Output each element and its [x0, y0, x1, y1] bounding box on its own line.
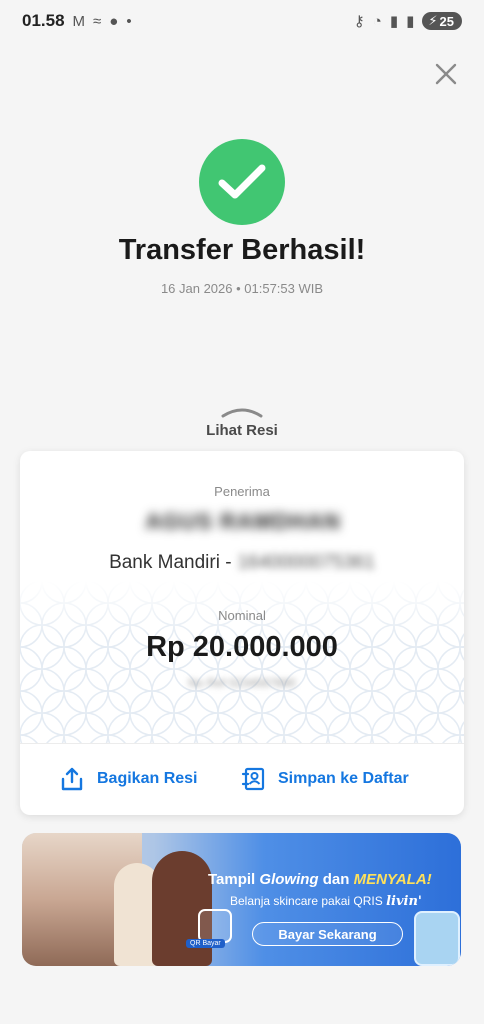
save-to-list-button[interactable]: Simpan ke Daftar	[240, 766, 409, 792]
promo-banner[interactable]: QR Bayar Tampil Glowing dan MENYALA! Bel…	[22, 833, 461, 966]
battery-level: 25	[439, 13, 454, 29]
lihat-resi-label: Lihat Resi	[206, 422, 278, 439]
chevron-up-icon	[221, 408, 263, 418]
reference-number: No Ref 0234567890	[188, 676, 296, 690]
gmail-icon: M	[72, 12, 86, 30]
signal-icon: ▮	[406, 13, 415, 30]
banner-product-image	[414, 911, 460, 966]
qr-label: QR Bayar	[186, 939, 225, 948]
share-receipt-button[interactable]: Bagikan Resi	[59, 766, 197, 792]
receipt-actions: Bagikan Resi Simpan ke Daftar	[20, 743, 464, 815]
recipient-bank-line: Bank Mandiri - 1640000075361	[20, 552, 464, 574]
page-title: Transfer Berhasil!	[118, 234, 366, 266]
lihat-resi-toggle[interactable]: Lihat Resi	[0, 404, 484, 439]
signal-icon: ▮	[389, 13, 399, 30]
pay-now-button[interactable]: Bayar Sekarang	[252, 922, 403, 946]
battery-icon: ⚡	[428, 13, 438, 28]
nominal-label: Nominal	[218, 608, 266, 623]
chat-icon: ●	[109, 12, 119, 30]
status-time: 01.58	[22, 11, 65, 30]
wind-icon: ≈	[93, 12, 102, 30]
transfer-datetime: 16 Jan 2026 • 01:57:53 WIB	[160, 281, 324, 296]
banner-subtitle: Belanja skincare pakai QRIS livin'	[230, 894, 422, 909]
banner-title: Tampil Glowing dan MENYALA!	[208, 871, 432, 888]
recipient-name: AGUS RAMDHAN	[145, 509, 341, 534]
share-icon	[61, 767, 83, 791]
close-button[interactable]	[432, 60, 460, 88]
success-badge	[199, 139, 285, 225]
wifi-icon: ◔	[372, 12, 382, 30]
account-number: 1640000075361	[237, 552, 375, 573]
dot-icon: •	[126, 12, 132, 30]
receipt-card: Penerima AGUS RAMDHAN Bank Mandiri - 164…	[20, 451, 464, 815]
transfer-amount: Rp 20.000.000	[146, 631, 338, 663]
save-to-list-label: Simpan ke Daftar	[278, 770, 409, 787]
battery-indicator: ⚡ 25	[422, 12, 462, 30]
check-icon	[218, 164, 266, 199]
bank-name: Bank Mandiri -	[109, 552, 232, 573]
status-right: ⚷ ◔ ▮ ▮ ⚡ 25	[354, 12, 462, 30]
contact-book-icon	[241, 767, 265, 791]
share-receipt-label: Bagikan Resi	[97, 770, 198, 787]
key-icon: ⚷	[353, 13, 365, 30]
penerima-label: Penerima	[214, 484, 270, 499]
status-bar: 01.58 M ≈ ● • ⚷ ◔ ▮ ▮ ⚡ 25	[0, 0, 484, 42]
status-left: 01.58 M ≈ ● •	[22, 11, 132, 31]
qr-icon	[198, 909, 232, 943]
close-icon	[435, 63, 457, 85]
livin-logo: livin'	[386, 894, 422, 909]
